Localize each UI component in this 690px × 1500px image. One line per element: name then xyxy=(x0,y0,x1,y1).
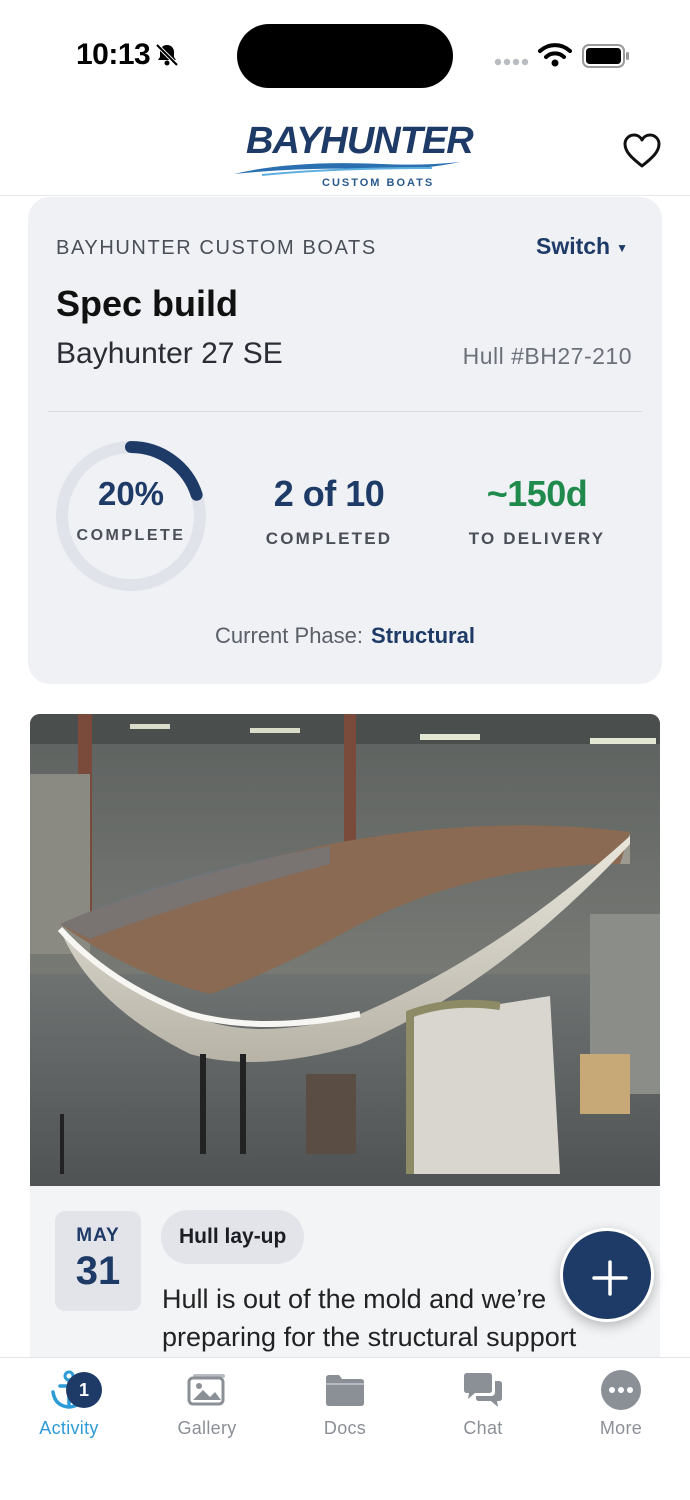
switch-button[interactable]: Switch ▼ xyxy=(536,233,628,260)
tab-docs[interactable]: Docs xyxy=(276,1368,414,1458)
bottom-tab-bar: 1 Activity Gallery Docs Chat More xyxy=(0,1357,690,1500)
progress-percent: 20% xyxy=(97,475,165,512)
heart-icon[interactable] xyxy=(622,132,662,170)
status-bar: 10:13 xyxy=(0,0,690,110)
tab-label-chat: Chat xyxy=(463,1418,503,1438)
tab-more[interactable]: More xyxy=(552,1368,690,1458)
gallery-icon xyxy=(187,1374,225,1406)
app-header: BAYHUNTER CUSTOM BOATS xyxy=(0,110,690,196)
chat-icon xyxy=(464,1373,502,1407)
dynamic-island xyxy=(237,24,453,88)
completed-value: 2 of 10 xyxy=(273,473,385,514)
bayhunter-logo: BAYHUNTER CUSTOM BOATS xyxy=(232,120,474,192)
switch-label: Switch xyxy=(535,233,611,259)
bell-slash-icon xyxy=(155,43,179,67)
logo-text: BAYHUNTER xyxy=(246,120,474,162)
delivery-label: TO DELIVERY xyxy=(468,529,606,548)
tab-label-more: More xyxy=(599,1418,643,1438)
tab-label-docs: Docs xyxy=(323,1418,367,1438)
build-title: Spec build xyxy=(56,283,239,324)
divider xyxy=(48,411,642,412)
tab-chat[interactable]: Chat xyxy=(414,1368,552,1458)
boat-hull-photo[interactable] xyxy=(30,714,660,1186)
post-text: Hull is out of the mold and we’re prepar… xyxy=(162,1284,577,1352)
builder-name: BAYHUNTER CUSTOM BOATS xyxy=(56,237,377,259)
delivery-value: ~150d xyxy=(486,473,588,514)
post-date-badge: MAY 31 xyxy=(55,1211,141,1311)
boat-model: Bayhunter 27 SE xyxy=(56,337,283,370)
plus-icon xyxy=(592,1260,628,1296)
more-icon xyxy=(601,1370,641,1410)
current-phase: Current Phase: Structural xyxy=(28,623,662,649)
logo-swoosh-graphic xyxy=(234,162,460,176)
add-post-button[interactable] xyxy=(560,1228,654,1322)
activity-badge: 1 xyxy=(66,1372,102,1408)
caret-down-icon: ▼ xyxy=(616,240,628,255)
completed-stat: 2 of 10 COMPLETED xyxy=(229,473,429,549)
logo-subtext: CUSTOM BOATS xyxy=(322,177,435,189)
tab-label-gallery: Gallery xyxy=(177,1418,237,1438)
post-date-day: 31 xyxy=(75,1249,121,1293)
progress-ring xyxy=(56,441,206,591)
wifi-icon xyxy=(538,43,572,67)
post-date-month: MAY xyxy=(76,1225,120,1246)
tab-label-activity: Activity xyxy=(39,1418,99,1438)
delivery-stat: ~150d TO DELIVERY xyxy=(437,473,637,549)
phase-label: Current Phase: xyxy=(215,623,364,648)
tab-gallery[interactable]: Gallery xyxy=(138,1368,276,1458)
battery-icon xyxy=(582,44,629,68)
tab-activity[interactable]: 1 Activity xyxy=(0,1368,138,1458)
phase-value[interactable]: Structural xyxy=(371,623,475,648)
folder-icon xyxy=(326,1375,364,1406)
hull-number: Hull #BH27-210 xyxy=(462,343,632,369)
progress-label: COMPLETE xyxy=(76,527,186,544)
completed-label: COMPLETED xyxy=(265,529,393,548)
signal-icon xyxy=(494,58,529,66)
build-summary-card: BAYHUNTER CUSTOM BOATS Switch ▼ Spec buil… xyxy=(28,197,662,684)
post-tag-chip[interactable]: Hull lay-up xyxy=(161,1210,305,1264)
status-time: 10:13 xyxy=(76,38,151,71)
